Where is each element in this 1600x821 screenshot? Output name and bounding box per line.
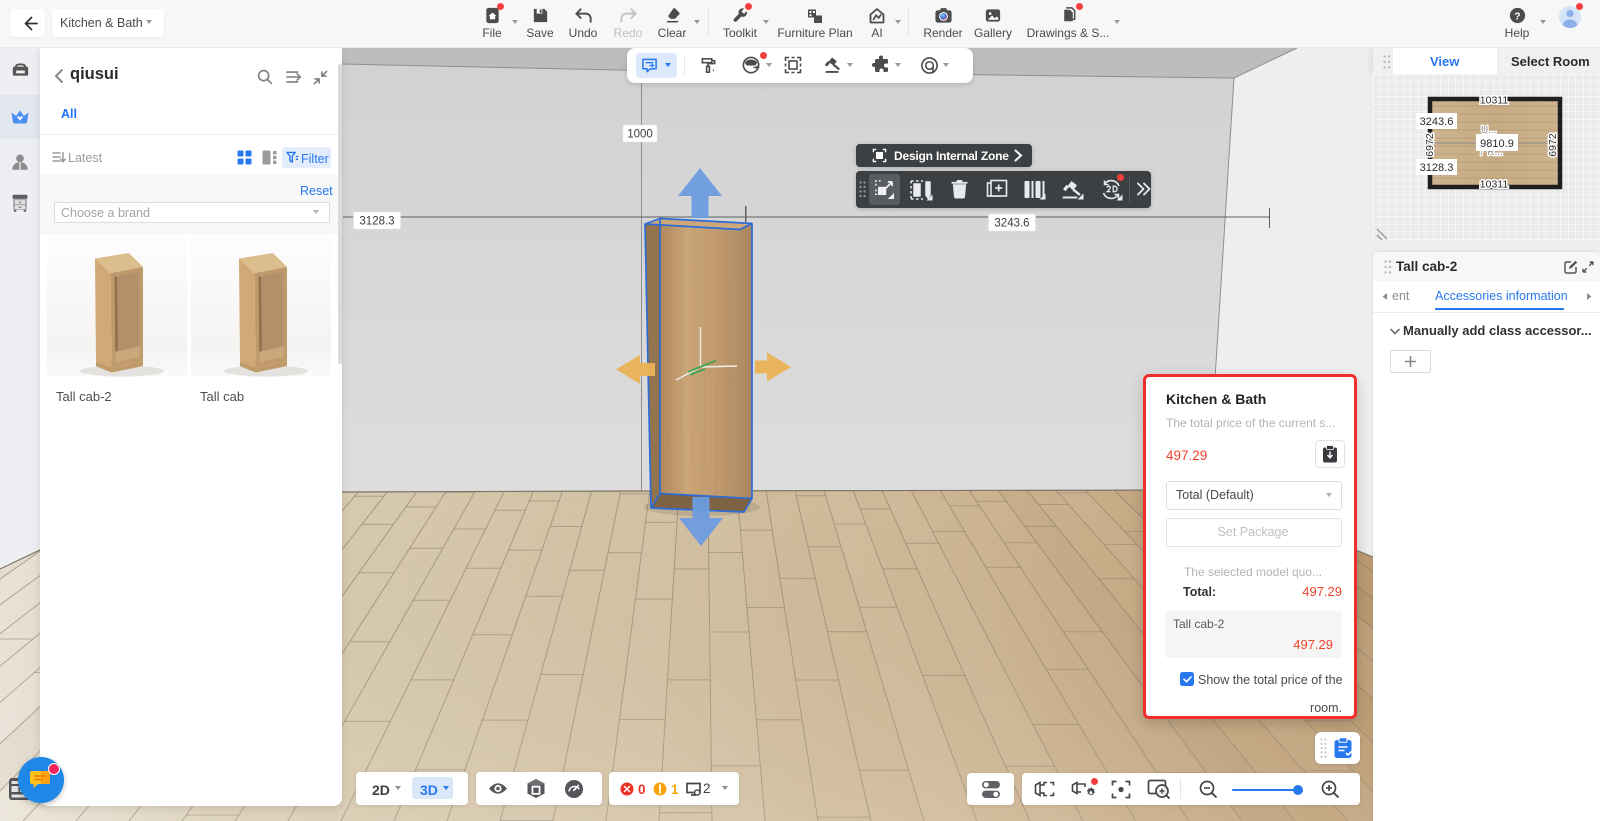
svg-text:1000: 1000 — [627, 129, 653, 141]
svg-text:3128.3: 3128.3 — [1420, 162, 1454, 174]
svg-text:6972: 6972 — [1424, 133, 1436, 157]
svg-text:10311: 10311 — [1480, 95, 1509, 107]
svg-text:?: ? — [1514, 11, 1520, 22]
svg-text:10311: 10311 — [1480, 179, 1509, 191]
svg-text:9810.9: 9810.9 — [1480, 138, 1514, 150]
svg-text:3243.6: 3243.6 — [1420, 116, 1454, 128]
svg-text:3243.6: 3243.6 — [994, 218, 1029, 230]
svg-text:3128.3: 3128.3 — [359, 216, 394, 228]
svg-text:6972: 6972 — [1547, 133, 1559, 157]
